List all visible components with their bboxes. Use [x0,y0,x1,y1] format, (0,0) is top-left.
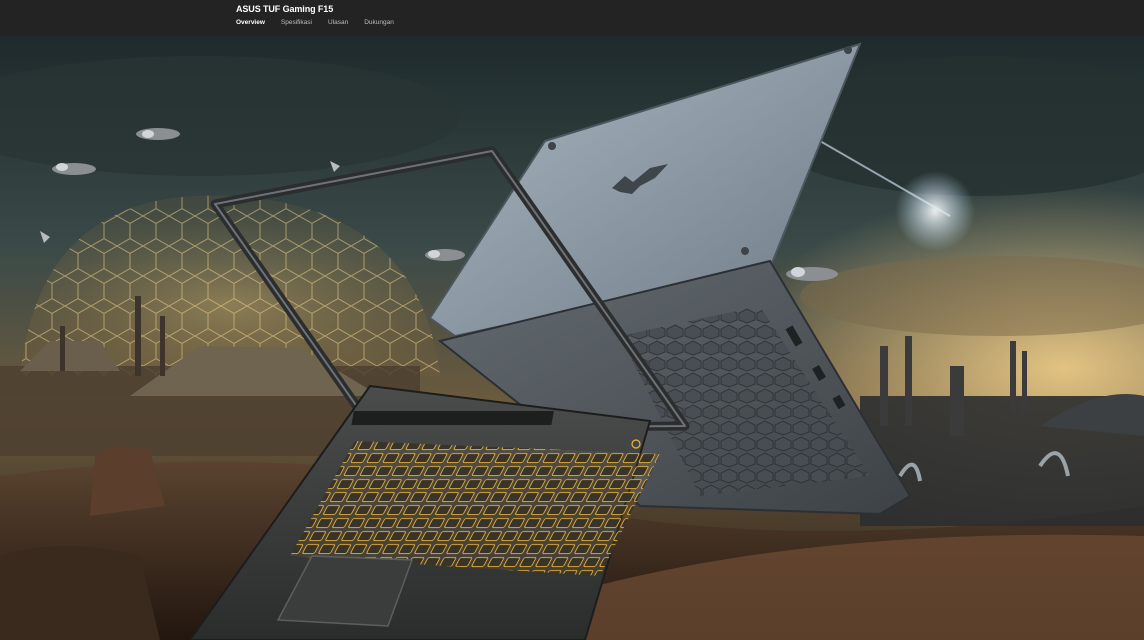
tab-dukungan[interactable]: Dukungan [364,19,394,26]
tower [135,296,141,376]
lid-screw [844,46,852,54]
hero-banner [0,36,1144,640]
lid-screw [548,142,556,150]
light-flare [895,171,975,251]
lid-screw [741,247,749,255]
product-subnav: Overview Spesifikasi Ulasan Dukungan [236,19,410,26]
spaceship [52,163,96,175]
spaceship [136,128,180,140]
spire [1022,351,1027,411]
spire [880,346,888,426]
spire [950,366,964,436]
hero-illustration [0,36,1144,640]
spire [905,336,912,426]
spaceship [425,249,465,261]
spaceship [786,267,838,281]
keyboard-glow [290,441,660,576]
hinge-vent [351,411,554,425]
tower [160,316,165,376]
rock-foreground [0,546,160,640]
product-title: ASUS TUF Gaming F15 [236,4,334,14]
tower [60,326,65,371]
tab-spesifikasi[interactable]: Spesifikasi [281,19,312,26]
tab-overview[interactable]: Overview [236,19,265,26]
tab-ulasan[interactable]: Ulasan [328,19,348,26]
spire [1010,341,1016,411]
product-header-bar: ASUS TUF Gaming F15 Overview Spesifikasi… [0,0,1144,36]
